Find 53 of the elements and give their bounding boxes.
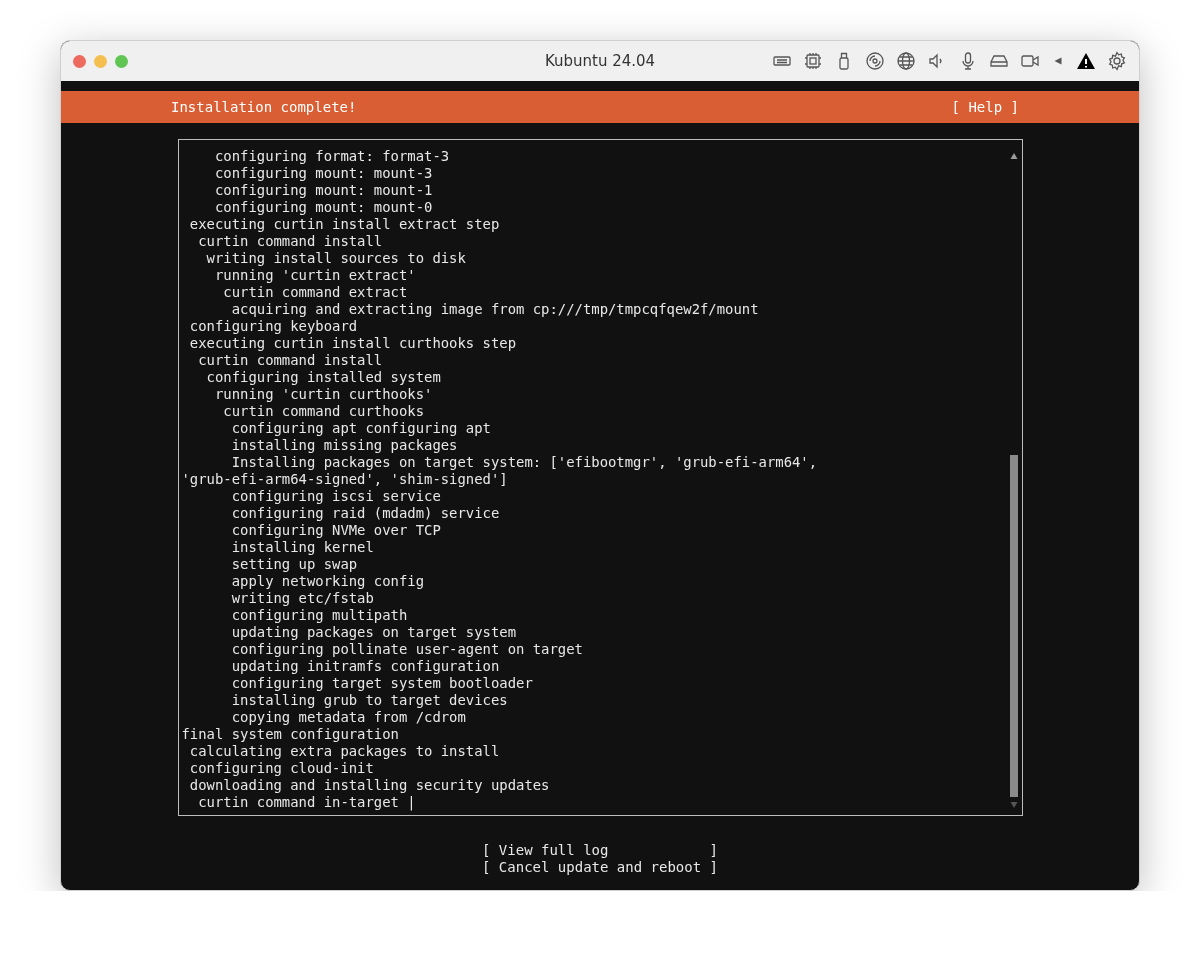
log-line: installing missing packages (230, 437, 459, 454)
log-line: 'grub-efi-arm64-signed', 'shim-signed'] (181, 471, 509, 488)
log-line: configuring apt configuring apt (230, 420, 492, 437)
log-line: curtin command install (197, 233, 384, 250)
log-line: curtin command install (197, 352, 384, 369)
log-line: configuring NVMe over TCP (230, 522, 442, 539)
settings-icon[interactable] (1107, 51, 1127, 71)
log-line: curtin command curthooks (222, 403, 426, 420)
log-line: executing curtin install curthooks step (188, 335, 517, 352)
log-line: running 'curtin extract' (213, 267, 417, 284)
scrollbar-thumb[interactable] (1009, 455, 1018, 797)
help-button[interactable]: [ Help ] (951, 98, 1019, 116)
menu-button[interactable]: [ Cancel update and reboot ] (482, 859, 718, 876)
menu-button[interactable]: [ View full log ] (482, 842, 718, 859)
log-line: setting up swap (230, 556, 359, 573)
log-line: configuring mount: mount-1 (213, 182, 434, 199)
log-line: downloading and installing security updates (188, 777, 551, 794)
window-title: Kubuntu 24.04 (544, 51, 656, 70)
log-line: Installing packages on target system: ['efibootmgr', 'grub-efi-arm64', (230, 454, 819, 471)
log-line: curtin command extract (222, 284, 409, 301)
scroll-up-icon[interactable] (1009, 152, 1018, 160)
log-line: copying metadata from /cdrom (230, 709, 467, 726)
log-line: configuring keyboard (188, 318, 359, 335)
log-line: configuring target system bootloader (230, 675, 534, 692)
log-line: running 'curtin curthooks' (213, 386, 434, 403)
close-button[interactable] (73, 54, 86, 68)
log-line: writing etc/fstab (230, 590, 375, 607)
log-line: installing grub to target devices (230, 692, 509, 709)
log-line: updating initramfs configuration (230, 658, 501, 675)
log-line: configuring cloud-init (188, 760, 375, 777)
log-line: configuring mount: mount-0 (213, 199, 434, 216)
header-title: Installation complete! (171, 97, 357, 117)
log-line: configuring raid (mdadm) service (230, 505, 501, 522)
log-line: configuring mount: mount-3 (213, 165, 434, 182)
scroll-down-icon[interactable] (1009, 801, 1018, 809)
log-line: configuring format: format-3 (213, 148, 451, 165)
log-line: writing install sources to disk (205, 250, 467, 267)
log-line: apply networking config (230, 573, 426, 590)
log-line: calculating extra packages to install (188, 743, 501, 760)
chip-icon[interactable] (803, 51, 823, 71)
log-line: executing curtin install extract step (188, 216, 501, 233)
log-line: final system configuration (181, 726, 400, 743)
log-line: configuring pollinate user-agent on target (230, 641, 584, 658)
log-line: configuring installed system (205, 369, 442, 386)
globe-icon[interactable] (896, 51, 916, 71)
disc-icon[interactable] (865, 51, 885, 71)
warning-icon[interactable] (1076, 51, 1096, 71)
log-line: configuring multipath (230, 607, 409, 624)
log-line: updating packages on target system (230, 624, 517, 641)
log-line: acquiring and extracting image from cp:///tmp/tmpcqfqew2f/mount (230, 301, 760, 318)
log-line: configuring iscsi service (230, 488, 442, 505)
log-line: installing kernel (230, 539, 375, 556)
log-line: curtin command in-target | (197, 794, 417, 811)
